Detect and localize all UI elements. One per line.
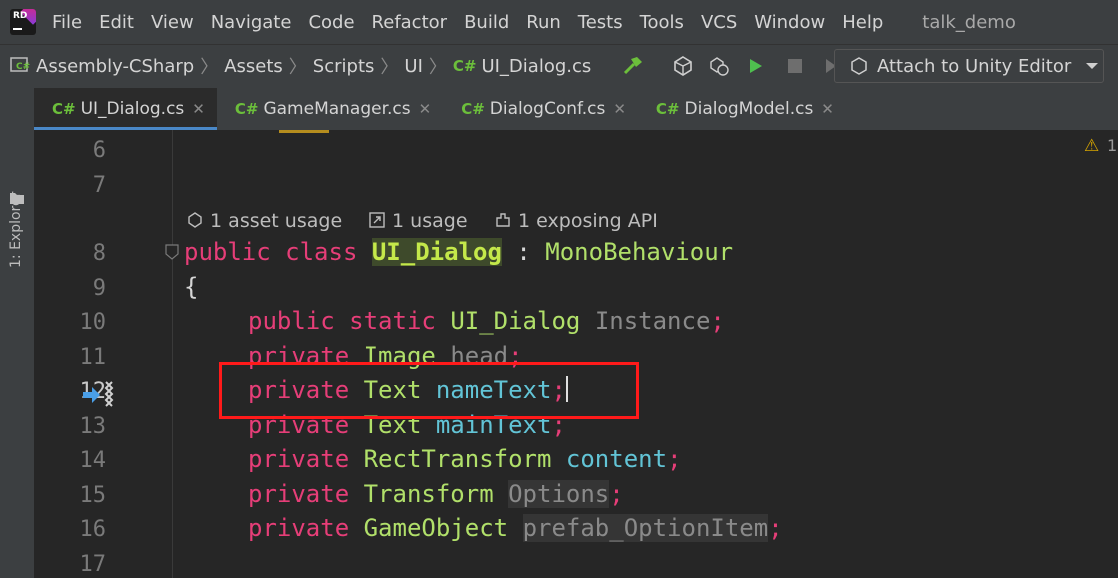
code-line-15: private Transform Options;: [248, 480, 624, 508]
csharp-file-icon: C#: [452, 57, 477, 75]
breadcrumb-assets[interactable]: Assets: [224, 56, 283, 77]
tab-gamemanager[interactable]: C# GameManager.cs ✕: [217, 88, 443, 130]
tab-label: DialogModel.cs: [684, 99, 814, 119]
unity-icon: [849, 56, 869, 76]
line-number: 10: [79, 310, 107, 335]
breadcrumb-assembly[interactable]: Assembly-CSharp: [36, 56, 194, 77]
menu-help[interactable]: Help: [842, 12, 883, 33]
unity-icon[interactable]: [671, 54, 695, 78]
navigate-arrow-icon[interactable]: [82, 380, 120, 414]
exposing-api-hint[interactable]: 1 exposing API: [494, 210, 658, 232]
navigation-bar: C# Assembly-CSharp 〉 Assets 〉 Scripts 〉 …: [0, 44, 1118, 87]
menu-build[interactable]: Build: [464, 12, 509, 33]
breadcrumb-separator-icon: 〉: [428, 57, 447, 78]
tab-label: UI_Dialog.cs: [80, 99, 185, 119]
breadcrumb-separator-icon: 〉: [200, 57, 219, 78]
breadcrumb-scripts[interactable]: Scripts: [313, 56, 375, 77]
code-line-14: private RectTransform content;: [248, 445, 682, 473]
menu-view[interactable]: View: [151, 12, 194, 33]
close-icon[interactable]: ✕: [613, 100, 626, 118]
menu-bar: RD File Edit View Navigate Code Refactor…: [0, 0, 1118, 44]
fold-guide: [172, 130, 173, 578]
attach-label: Attach to Unity Editor: [877, 55, 1072, 77]
line-number: 6: [92, 138, 106, 163]
rider-logo-icon: RD: [10, 9, 36, 35]
csharp-file-icon: C#: [461, 100, 485, 118]
line-number: 8: [92, 241, 106, 266]
code-line-8: public class UI_Dialog : MonoBehaviour: [184, 238, 734, 266]
warning-count: 1: [1107, 136, 1118, 155]
fold-icon[interactable]: [165, 244, 179, 264]
unity-icon: [188, 212, 202, 228]
code-line-9: {: [184, 273, 199, 301]
line-number: 14: [79, 448, 107, 473]
csharp-file-icon: C#: [234, 100, 259, 118]
breadcrumb-ui[interactable]: UI: [404, 56, 422, 77]
line-number: 7: [92, 173, 106, 198]
stop-icon[interactable]: [783, 54, 807, 78]
warning-icon[interactable]: ⚠: [1084, 136, 1099, 156]
tab-dialogmodel[interactable]: C# DialogModel.cs ✕: [638, 88, 846, 130]
line-number: 15: [79, 483, 107, 508]
breadcrumb-separator-icon: 〉: [380, 57, 399, 78]
highlight-annotation-box: [219, 362, 639, 419]
code-editor[interactable]: ⚠ 1 6 7 8 9 10 11 12 13 14 15 16 17 1 as…: [34, 130, 1118, 578]
tab-label: GameManager.cs: [263, 99, 411, 119]
breadcrumb-file[interactable]: UI_Dialog.cs: [481, 56, 591, 77]
editor-tab-bar: C# UI_Dialog.cs ✕ C# GameManager.cs ✕ C#…: [34, 86, 1118, 130]
svg-text:C#: C#: [16, 62, 30, 72]
menu-navigate[interactable]: Navigate: [211, 12, 292, 33]
line-number: 16: [79, 517, 107, 542]
api-icon: [496, 213, 510, 227]
tab-label: DialogConf.cs: [489, 99, 606, 119]
tool-window-strip: 1: Explorer: [0, 86, 35, 578]
tab-dialogconf[interactable]: C# DialogConf.cs ✕: [443, 88, 638, 130]
menu-code[interactable]: Code: [308, 12, 354, 33]
partial-top-line: [279, 130, 329, 133]
code-line-10: public static UI_Dialog Instance;: [248, 307, 725, 335]
attach-to-unity-dropdown[interactable]: Attach to Unity Editor: [834, 49, 1104, 83]
close-icon[interactable]: ✕: [192, 100, 205, 118]
menu-window[interactable]: Window: [754, 12, 825, 33]
line-number: 17: [79, 552, 107, 577]
folder-icon[interactable]: [9, 190, 25, 209]
menu-edit[interactable]: Edit: [99, 12, 134, 33]
code-line-16: private GameObject prefab_OptionItem;: [248, 514, 783, 542]
usage-hint[interactable]: 1 usage: [368, 210, 468, 232]
line-number: 11: [79, 345, 107, 370]
close-icon[interactable]: ✕: [419, 100, 432, 118]
breadcrumb-separator-icon: 〉: [288, 57, 307, 78]
close-icon[interactable]: ✕: [821, 100, 834, 118]
menu-tests[interactable]: Tests: [578, 12, 623, 33]
menu-file[interactable]: File: [52, 12, 82, 33]
project-name: talk_demo: [922, 11, 1016, 33]
menu-run[interactable]: Run: [526, 12, 561, 33]
chevron-down-icon: [1085, 61, 1099, 71]
build-hammer-icon[interactable]: [621, 54, 645, 78]
line-number: 13: [79, 414, 107, 439]
csharp-file-icon: C#: [52, 100, 76, 118]
tab-ui-dialog[interactable]: C# UI_Dialog.cs ✕: [34, 88, 217, 130]
menu-tools[interactable]: Tools: [640, 12, 684, 33]
menu-vcs[interactable]: VCS: [701, 12, 737, 33]
unity-refresh-icon[interactable]: [707, 54, 731, 78]
menu-refactor[interactable]: Refactor: [372, 12, 448, 33]
run-play-icon[interactable]: [743, 54, 767, 78]
link-icon: [369, 212, 385, 228]
line-number: 9: [92, 276, 106, 301]
asset-usage-hint[interactable]: 1 asset usage: [186, 210, 342, 232]
csharp-file-icon: C#: [655, 100, 680, 118]
project-icon: C#: [10, 55, 30, 77]
